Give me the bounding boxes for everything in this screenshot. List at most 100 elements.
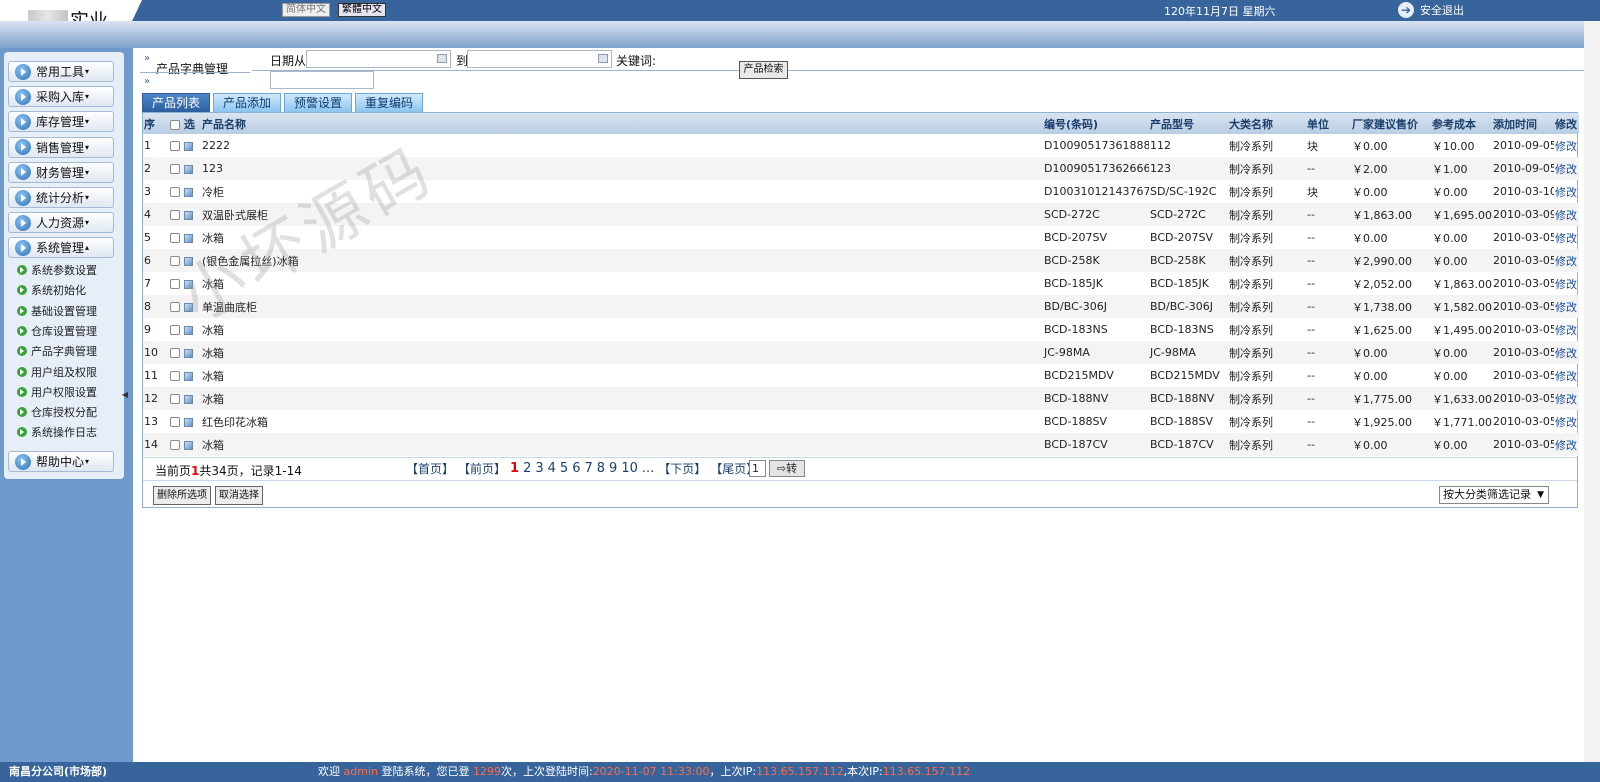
page-link[interactable]: 7 (584, 461, 592, 476)
expand-icon[interactable]: » (144, 76, 150, 87)
row-checkbox[interactable] (170, 210, 180, 220)
table-cell: 制冷系列 (1229, 369, 1273, 383)
caret-icon: ▾ (85, 218, 90, 228)
select-all-checkbox[interactable] (170, 119, 180, 130)
prev-page-link[interactable]: 【前页】 (458, 460, 506, 477)
sidebar-menu-item[interactable]: 常用工具 ▾ (8, 61, 114, 82)
keyword-input[interactable] (270, 71, 374, 89)
row-checkbox[interactable] (170, 141, 180, 151)
edit-link[interactable]: 修改 (1555, 347, 1577, 360)
sidebar-subitem[interactable]: 基础设置管理 (17, 303, 97, 319)
sidebar-menu-item[interactable]: 人力资源 ▾ (8, 212, 114, 234)
product-image-icon[interactable] (184, 210, 193, 220)
sidebar-subitem[interactable]: 系统操作日志 (17, 424, 97, 440)
simplified-chinese-button[interactable]: 简体中文 (282, 3, 330, 17)
search-button[interactable]: 产品检索 (739, 61, 788, 79)
edit-link[interactable]: 修改 (1555, 370, 1577, 383)
calendar-icon[interactable] (437, 54, 447, 63)
row-checkbox[interactable] (170, 256, 180, 266)
edit-link[interactable]: 修改 (1555, 186, 1577, 199)
sidebar-subitem[interactable]: 用户组及权限 (17, 364, 97, 380)
row-checkbox[interactable] (170, 325, 180, 335)
date-to-input[interactable] (467, 50, 612, 68)
page-link[interactable]: 1 (510, 461, 519, 476)
page-link[interactable]: 3 (535, 461, 543, 476)
row-checkbox[interactable] (170, 417, 180, 427)
sidebar-menu-item[interactable]: 采购入库 ▾ (8, 86, 114, 108)
cancel-selection-button[interactable]: 取消选择 (215, 486, 263, 505)
product-image-icon[interactable] (184, 348, 193, 358)
product-image-icon[interactable] (184, 394, 193, 404)
product-image-icon[interactable] (184, 233, 193, 243)
table-cell (169, 272, 201, 295)
row-checkbox[interactable] (170, 394, 180, 404)
tab-1[interactable]: 产品添加 (213, 93, 282, 112)
edit-link[interactable]: 修改 (1555, 140, 1577, 153)
product-image-icon[interactable] (184, 371, 193, 381)
product-image-icon[interactable] (184, 279, 193, 289)
sidebar-subitem[interactable]: 用户权限设置 (17, 384, 97, 400)
product-image-icon[interactable] (184, 302, 193, 312)
sidebar-menu-help[interactable]: 帮助中心 ▾ (8, 451, 114, 472)
sidebar-menu-item[interactable]: 系统管理 ▴ (8, 237, 114, 259)
product-image-icon[interactable] (184, 440, 193, 450)
product-image-icon[interactable] (184, 417, 193, 427)
row-checkbox[interactable] (170, 371, 180, 381)
sidebar-subitem[interactable]: 仓库设置管理 (17, 323, 97, 339)
category-filter-select[interactable]: 按大分类筛选记录 ▼ (1439, 486, 1549, 504)
scrollbar[interactable] (1584, 21, 1600, 762)
row-checkbox[interactable] (170, 348, 180, 358)
date-from-input[interactable] (306, 50, 451, 68)
calendar-icon[interactable] (598, 54, 608, 63)
edit-link[interactable]: 修改 (1555, 255, 1577, 268)
traditional-chinese-button[interactable]: 繁體中文 (338, 3, 386, 17)
expand-icon[interactable]: » (144, 53, 150, 64)
product-image-icon[interactable] (184, 187, 193, 197)
row-checkbox[interactable] (170, 302, 180, 312)
product-image-icon[interactable] (184, 256, 193, 266)
page-link[interactable]: 8 (597, 461, 605, 476)
row-checkbox[interactable] (170, 440, 180, 450)
page-link[interactable]: 2 (523, 461, 531, 476)
edit-link[interactable]: 修改 (1555, 324, 1577, 337)
row-checkbox[interactable] (170, 279, 180, 289)
page-link[interactable]: 9 (609, 461, 617, 476)
edit-link[interactable]: 修改 (1555, 232, 1577, 245)
sidebar-subitem[interactable]: 系统参数设置 (17, 262, 97, 278)
sidebar-menu-item[interactable]: 销售管理 ▾ (8, 136, 114, 158)
sidebar-menu-item[interactable]: 库存管理 ▾ (8, 111, 114, 133)
row-checkbox[interactable] (170, 233, 180, 243)
edit-link[interactable]: 修改 (1555, 416, 1577, 429)
edit-link[interactable]: 修改 (1555, 278, 1577, 291)
page-link[interactable]: 6 (572, 461, 580, 476)
delete-selected-button[interactable]: 删除所选项 (153, 486, 211, 505)
tab-0[interactable]: 产品列表 (142, 93, 211, 112)
product-image-icon[interactable] (184, 141, 193, 151)
edit-link[interactable]: 修改 (1555, 301, 1577, 314)
edit-link[interactable]: 修改 (1555, 163, 1577, 176)
go-to-page-button[interactable]: ⇨转 (769, 460, 805, 477)
page-link[interactable]: 5 (560, 461, 568, 476)
edit-link[interactable]: 修改 (1555, 393, 1577, 406)
table-cell (169, 318, 201, 341)
product-image-icon[interactable] (184, 325, 193, 335)
sidebar-subitem[interactable]: 系统初始化 (17, 282, 86, 298)
edit-link[interactable]: 修改 (1555, 209, 1577, 222)
page-link[interactable]: 10 (621, 461, 638, 476)
sidebar-menu-item[interactable]: 财务管理 ▾ (8, 161, 114, 183)
edit-link[interactable]: 修改 (1555, 439, 1577, 452)
product-image-icon[interactable] (184, 164, 193, 174)
page-number-input[interactable]: 1 (749, 460, 766, 477)
tab-3[interactable]: 重复编码 (355, 93, 424, 112)
row-checkbox[interactable] (170, 187, 180, 197)
sidebar-menu-item[interactable]: 统计分析 ▾ (8, 187, 114, 208)
page-link[interactable]: 4 (548, 461, 556, 476)
logout-link[interactable]: ➔ 安全退出 (1398, 2, 1464, 18)
sidebar-subitem[interactable]: 仓库授权分配 (17, 404, 97, 420)
collapse-sidebar-icon[interactable]: ◀ (120, 385, 130, 405)
tab-2[interactable]: 预警设置 (284, 93, 353, 112)
row-checkbox[interactable] (170, 164, 180, 174)
sidebar-subitem[interactable]: 产品字典管理 (17, 343, 97, 359)
first-page-link[interactable]: 【首页】 (406, 460, 454, 477)
next-page-link[interactable]: 【下页】 (658, 460, 706, 477)
